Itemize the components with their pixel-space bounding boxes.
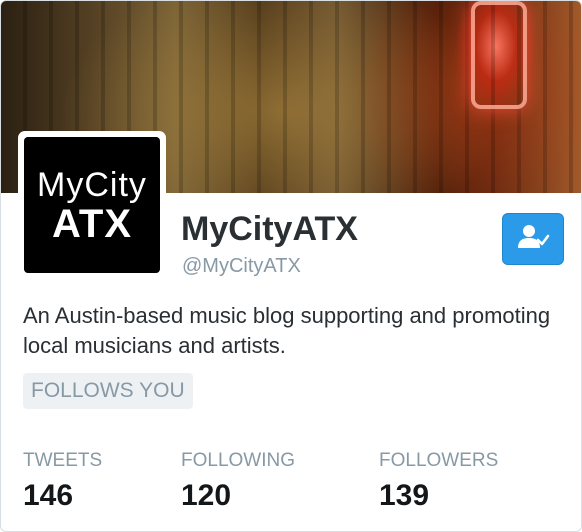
profile-card: MyCity ATX MyCityATX @MyCityATX An Austi…: [0, 0, 582, 532]
stat-followers[interactable]: FOLLOWERS 139: [379, 449, 498, 513]
card-pointer-tail: [36, 521, 52, 530]
avatar[interactable]: MyCity ATX: [24, 137, 160, 273]
stat-label: TWEETS: [23, 450, 103, 471]
stat-tweets[interactable]: TWEETS 146: [23, 449, 102, 513]
stat-value: 146: [23, 479, 74, 512]
stat-label: FOLLOWERS: [379, 450, 499, 471]
avatar-text-line2: ATX: [51, 202, 133, 246]
stat-label: FOLLOWING: [181, 450, 296, 471]
stat-value: 120: [181, 479, 232, 512]
banner-neon-sign: [471, 1, 527, 109]
follows-you-badge: FOLLOWS YOU: [23, 373, 193, 409]
profile-handle[interactable]: @MyCityATX: [182, 253, 301, 279]
profile-name[interactable]: MyCityATX: [181, 209, 358, 249]
avatar-frame[interactable]: MyCity ATX: [18, 131, 166, 279]
avatar-text-line1: MyCity: [37, 166, 147, 204]
user-check-icon: [516, 223, 550, 256]
profile-bio: An Austin-based music blog supporting an…: [23, 303, 551, 358]
stat-following[interactable]: FOLLOWING 120: [181, 449, 295, 513]
following-button[interactable]: [502, 213, 564, 265]
stat-value: 139: [379, 479, 430, 512]
